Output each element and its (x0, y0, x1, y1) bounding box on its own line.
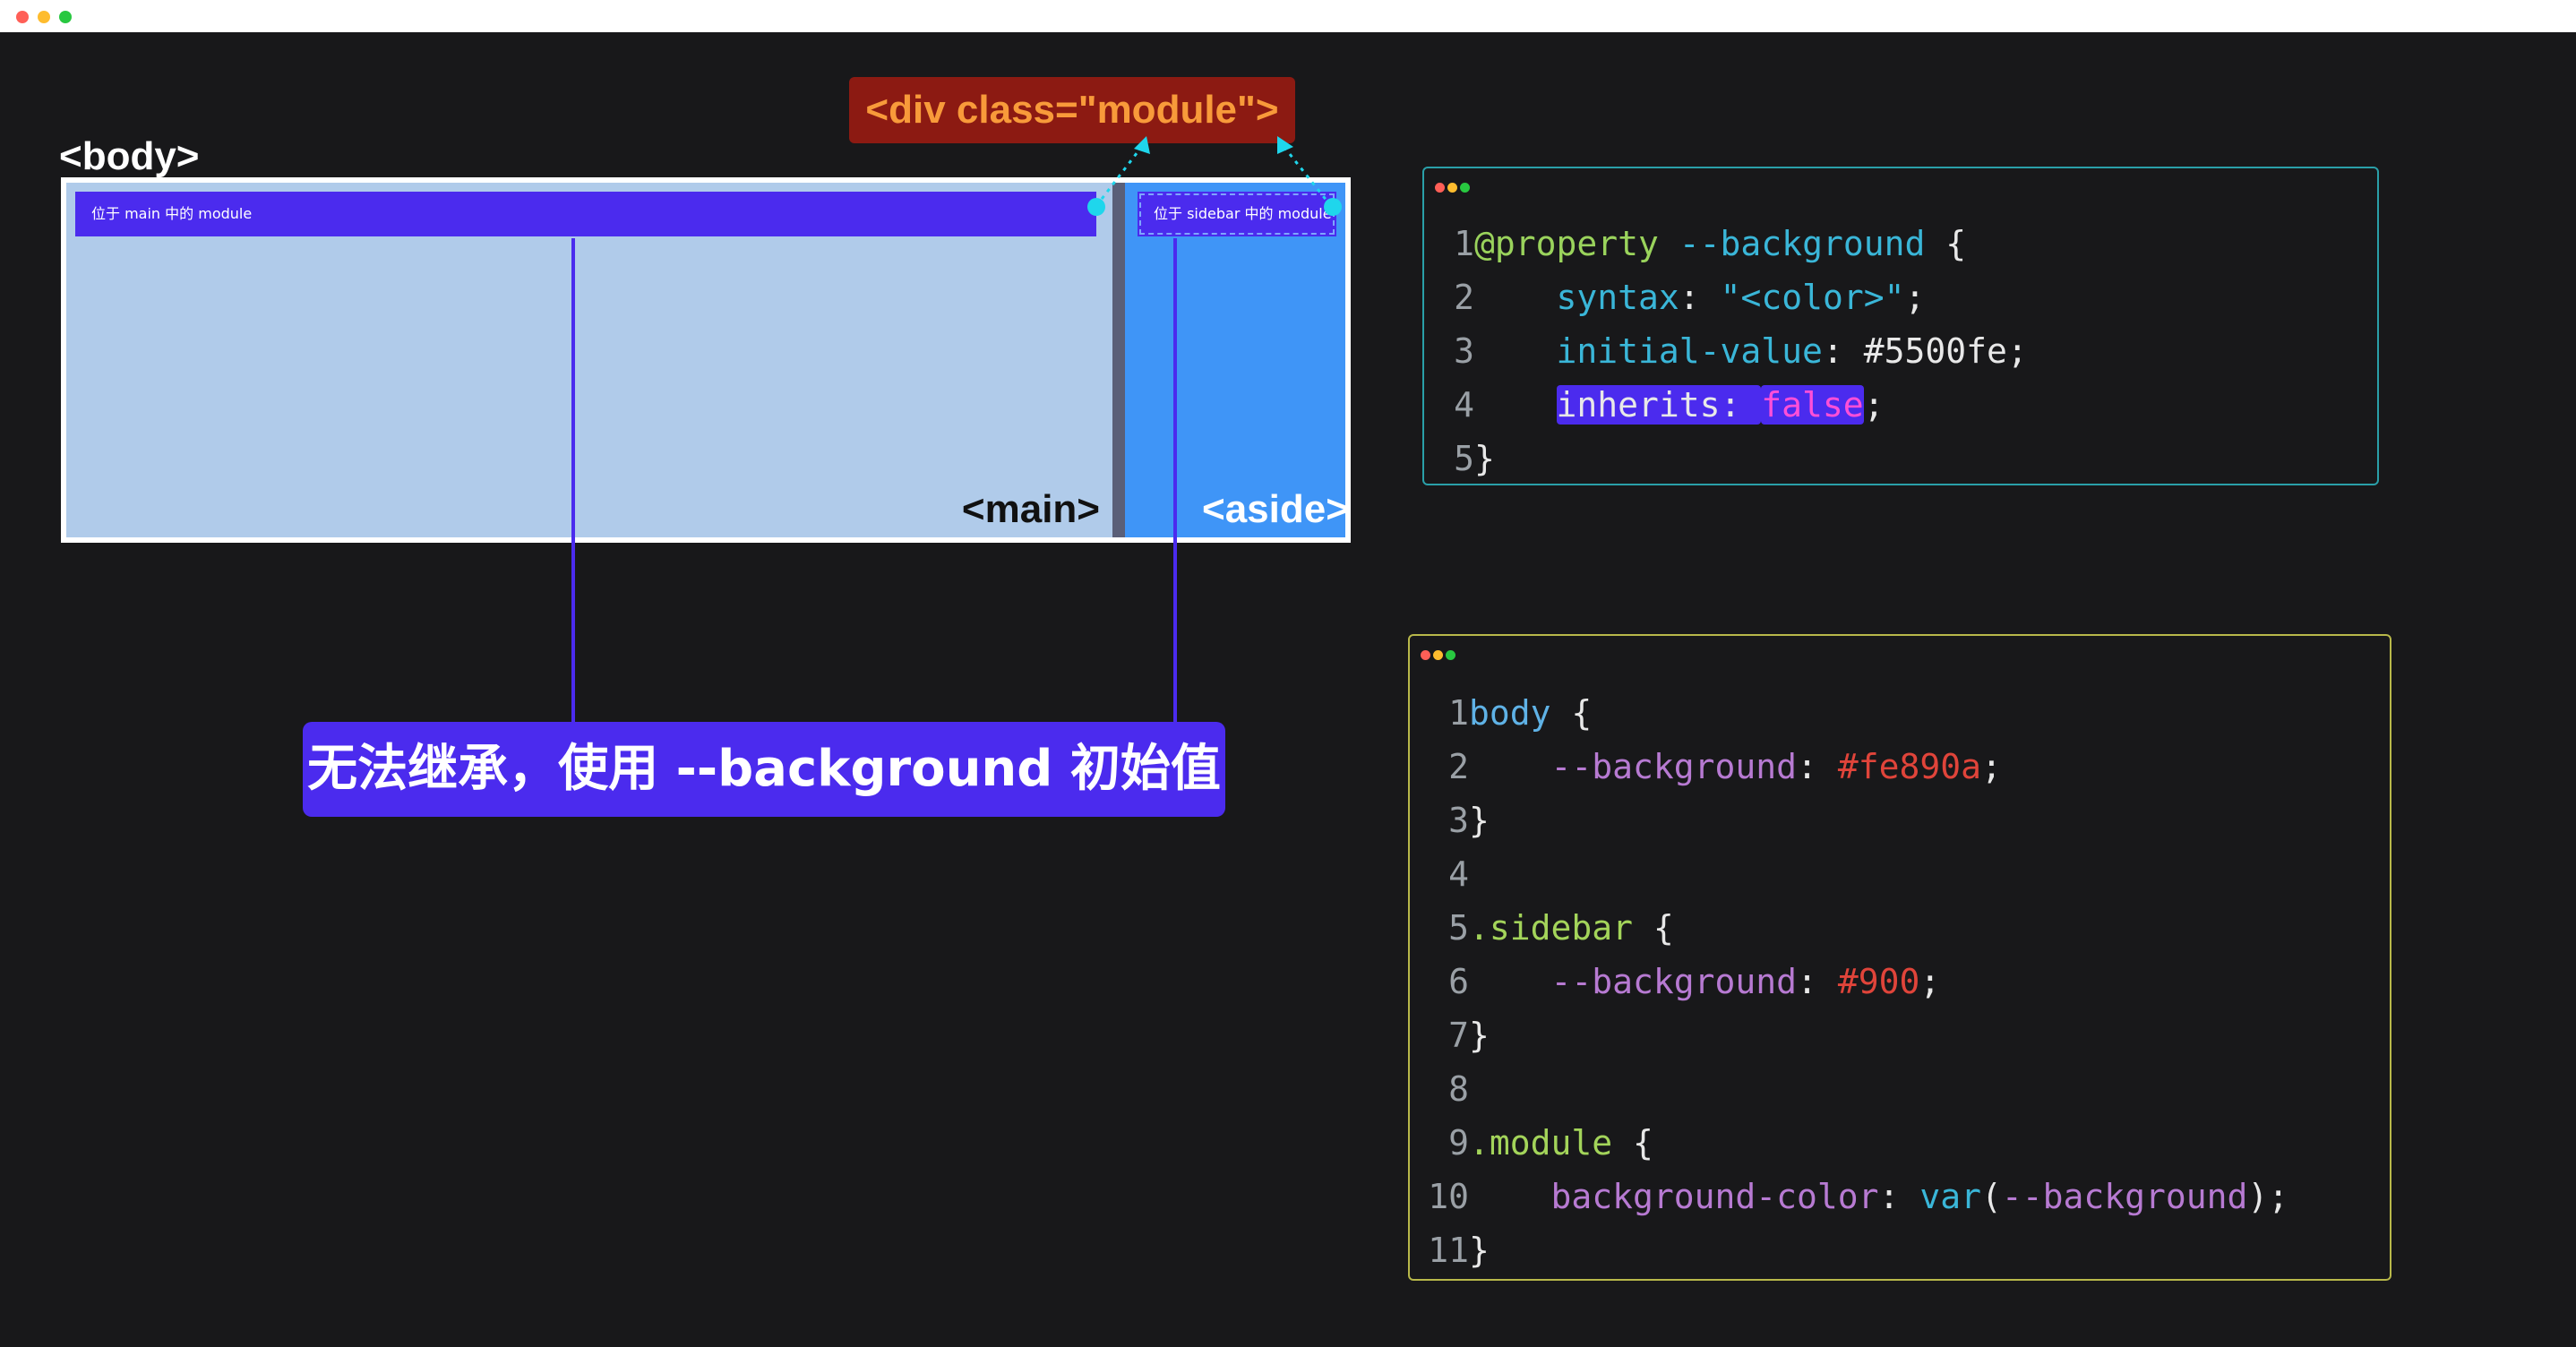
code-token: body (1469, 693, 1551, 733)
sidebar-module-anchor-dot (1324, 198, 1342, 216)
code-token: { (1925, 224, 1967, 263)
code-token: : (1797, 747, 1838, 786)
code-line: 4 (1410, 847, 1469, 901)
minimize-window-button[interactable] (38, 11, 50, 23)
code-token: --background (1550, 962, 1798, 1001)
line-number: 3 (1448, 801, 1469, 840)
code-token: .module (1469, 1123, 1613, 1163)
code-token: } (1469, 1016, 1490, 1055)
code-token: --background (1550, 747, 1798, 786)
code-token: initial-value (1556, 331, 1823, 371)
code-token: background-color (1550, 1177, 1879, 1216)
module-in-sidebar: 位于 sidebar 中的 module (1138, 192, 1336, 236)
code-line: 5.sidebar { (1410, 901, 1674, 955)
code-token: : (1679, 278, 1721, 317)
panel-minimize-dot (1433, 650, 1443, 660)
code-token: .sidebar (1469, 908, 1634, 948)
code-line: 3} (1410, 794, 1490, 847)
code-token: { (1612, 1123, 1653, 1163)
code-token: @property (1474, 224, 1659, 263)
code-token: ; (1904, 278, 1926, 317)
line-number: 1 (1454, 224, 1474, 263)
code-token: ; (1919, 962, 1941, 1001)
code-token: } (1469, 801, 1490, 840)
panel-close-dot (1435, 183, 1445, 193)
panel-minimize-dot (1447, 183, 1457, 193)
line-number: 5 (1454, 439, 1474, 478)
line-number: 4 (1454, 385, 1474, 425)
code-token: false (1761, 385, 1864, 425)
module-div-label: <div class="module"> (849, 77, 1295, 143)
code-token: ; (1863, 385, 1885, 425)
line-number: 2 (1448, 747, 1469, 786)
code-token: #fe890a (1837, 747, 1981, 786)
code-line: 2 syntax: "<color>"; (1424, 270, 1925, 324)
code-line: 4 inherits: false; (1424, 378, 1885, 432)
code-line: 3 initial-value: #5500fe; (1424, 324, 2028, 378)
code-line: 8 (1410, 1062, 1469, 1116)
line-number: 7 (1448, 1016, 1469, 1055)
callout-note: 无法继承，使用 --background 初始值 (303, 722, 1225, 817)
code-line: 11} (1410, 1223, 1490, 1277)
line-number: 9 (1448, 1123, 1469, 1163)
code-token: var (1919, 1177, 1981, 1216)
close-window-button[interactable] (16, 11, 29, 23)
line-number: 10 (1428, 1177, 1469, 1216)
line-number: 1 (1448, 693, 1469, 733)
code-token: } (1469, 1231, 1490, 1270)
code-token: : (1797, 962, 1838, 1001)
code-token: ); (2247, 1177, 2289, 1216)
code-token: : #5500fe; (1822, 331, 2028, 371)
code-token: ( (1980, 1177, 2002, 1216)
code-token: ; (1980, 747, 2002, 786)
code-line: 5} (1424, 432, 1495, 485)
code-line: 9.module { (1410, 1116, 1653, 1170)
window-titlebar (0, 0, 2576, 32)
line-number: 11 (1428, 1231, 1469, 1270)
code-token: --background (1679, 224, 1926, 263)
code-token: "<color>" (1720, 278, 1905, 317)
line-number: 8 (1448, 1069, 1469, 1109)
line-number: 2 (1454, 278, 1474, 317)
line-number: 3 (1454, 331, 1474, 371)
line-number: 4 (1448, 854, 1469, 894)
main-aside-divider (1112, 183, 1125, 537)
line-number: 6 (1448, 962, 1469, 1001)
code-panel-property: 1@property --background {2 syntax: "<col… (1422, 167, 2379, 485)
panel-close-dot (1421, 650, 1430, 660)
code-token: { (1550, 693, 1593, 733)
maximize-window-button[interactable] (59, 11, 72, 23)
code-line: 2 --background: #fe890a; (1410, 740, 2002, 794)
aside-label: <aside> (1202, 487, 1349, 531)
panel-maximize-dot (1446, 650, 1455, 660)
code-line: 10 background-color: var(--background); (1410, 1170, 2288, 1223)
body-label: <body> (59, 134, 200, 178)
panel-maximize-dot (1460, 183, 1470, 193)
main-label: <main> (961, 487, 1100, 531)
main-module-anchor-dot (1087, 198, 1105, 216)
code-token: syntax (1556, 278, 1679, 317)
module-in-main: 位于 main 中的 module (75, 192, 1096, 236)
code-token: } (1474, 439, 1495, 478)
code-token: #900 (1837, 962, 1920, 1001)
code-line: 1@property --background { (1424, 217, 1966, 270)
code-token: { (1633, 908, 1674, 948)
code-line: 7} (1410, 1008, 1490, 1062)
code-token: inherits: (1556, 385, 1762, 425)
line-number: 5 (1448, 908, 1469, 948)
code-line: 6 --background: #900; (1410, 955, 1940, 1008)
code-token: : (1878, 1177, 1920, 1216)
code-token: --background (2001, 1177, 2248, 1216)
code-line: 1body { (1410, 686, 1592, 740)
code-panel-usage: 1body {2 --background: #fe890a; 3} 4 5.side… (1408, 634, 2391, 1281)
